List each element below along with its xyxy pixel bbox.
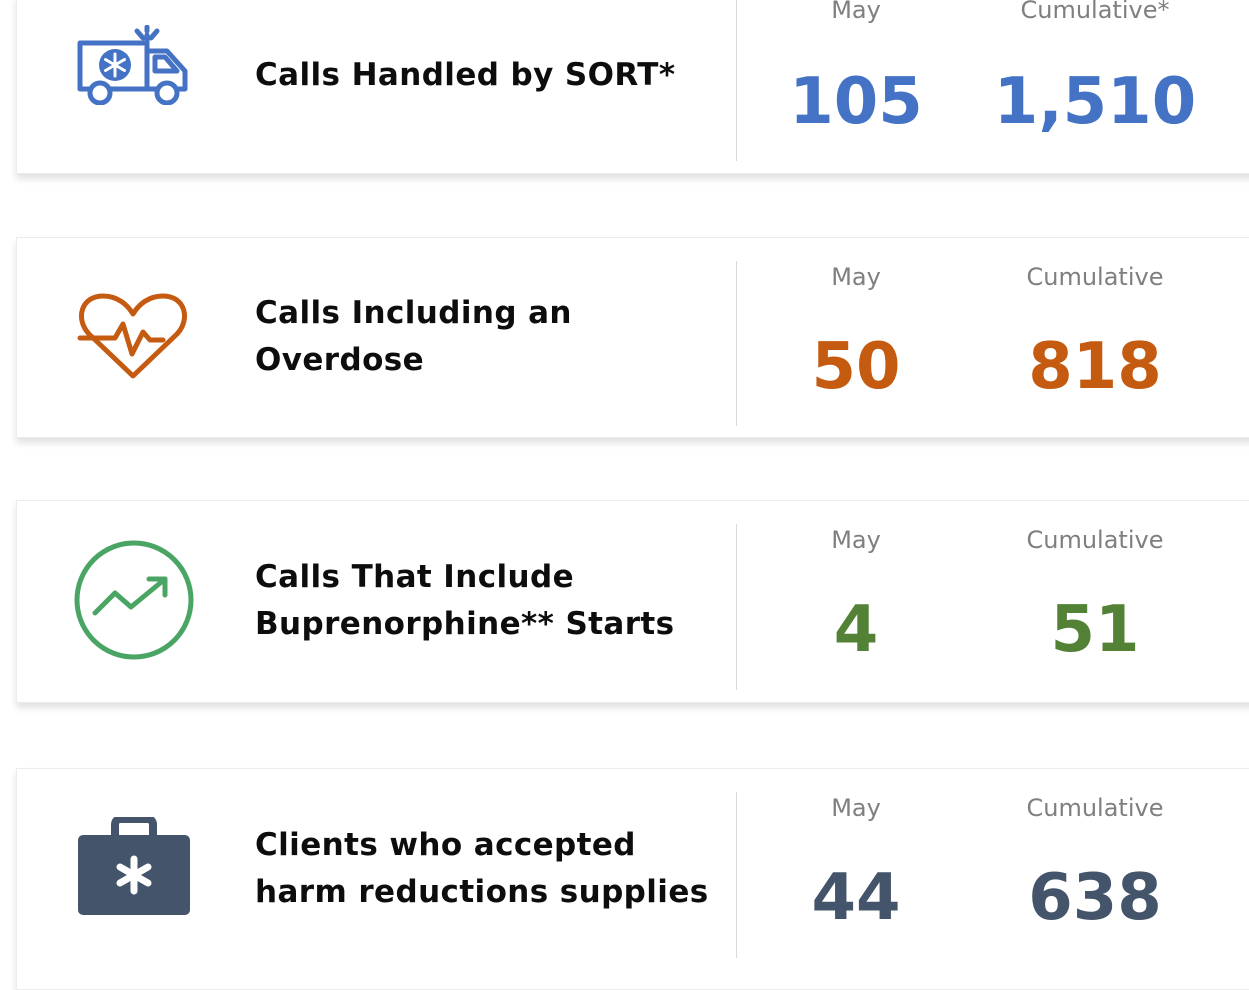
- may-label: May: [831, 263, 881, 291]
- metric-title: Calls Including an Overdose: [255, 290, 572, 384]
- may-label: May: [831, 794, 881, 822]
- cumulative-label: Cumulative: [1026, 263, 1164, 291]
- metric-card-calls-handled: Calls Handled by SORT* May Cumulative* 1…: [16, 0, 1249, 174]
- metric-card-buprenorphine: Calls That Include Buprenorphine** Start…: [16, 500, 1249, 703]
- cumulative-label: Cumulative: [1026, 794, 1164, 822]
- may-value: 4: [833, 593, 879, 667]
- medical-kit-icon: [78, 817, 190, 915]
- metric-title: Clients who accepted harm reductions sup…: [255, 822, 709, 916]
- cumulative-value: 818: [1028, 330, 1162, 404]
- ambulance-icon: [77, 25, 188, 105]
- heart-pulse-icon: [77, 293, 187, 379]
- metric-card-overdose: Calls Including an Overdose May Cumulati…: [16, 237, 1249, 438]
- cumulative-value: 51: [1050, 593, 1140, 667]
- metric-title-line: Calls Including an: [255, 295, 572, 331]
- metric-title: Calls That Include Buprenorphine** Start…: [255, 554, 674, 648]
- metric-card-harm-reduction: Clients who accepted harm reductions sup…: [16, 768, 1249, 990]
- may-label: May: [831, 526, 881, 554]
- metric-title-line: Clients who accepted: [255, 827, 636, 863]
- metric-title-line: Calls That Include: [255, 559, 575, 595]
- metric-title: Calls Handled by SORT*: [255, 52, 675, 99]
- may-value: 50: [811, 330, 901, 404]
- cumulative-value: 1,510: [993, 65, 1197, 139]
- cumulative-label: Cumulative*: [1020, 0, 1170, 24]
- metric-title-line: harm reductions supplies: [255, 874, 709, 910]
- may-label: May: [831, 0, 881, 24]
- may-value: 105: [789, 65, 923, 139]
- cumulative-value: 638: [1028, 861, 1162, 935]
- metric-title-line: Calls Handled by SORT*: [255, 57, 676, 93]
- may-value: 44: [811, 861, 901, 935]
- cumulative-label: Cumulative: [1026, 526, 1164, 554]
- metric-title-line: Buprenorphine** Starts: [255, 606, 675, 642]
- trend-up-icon: [74, 540, 194, 660]
- metric-title-line: Overdose: [255, 342, 425, 378]
